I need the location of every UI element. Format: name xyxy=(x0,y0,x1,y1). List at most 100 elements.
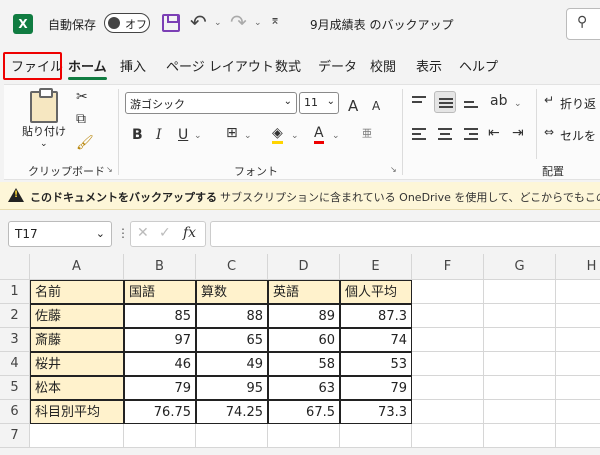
cell-f2[interactable] xyxy=(412,304,484,328)
cell-g5[interactable] xyxy=(484,376,556,400)
column-header-g[interactable]: G xyxy=(484,254,556,280)
wrap-text-icon[interactable]: ↵ xyxy=(544,93,554,107)
cell-g1[interactable] xyxy=(484,280,556,304)
cut-icon[interactable]: ✂ xyxy=(76,89,88,105)
cell-d3[interactable]: 60 xyxy=(268,328,340,352)
format-painter-icon[interactable]: 🖌 xyxy=(76,135,94,151)
cell-c2[interactable]: 88 xyxy=(196,304,268,328)
decrease-indent-icon[interactable]: ⇤ xyxy=(488,125,500,141)
fill-color-icon[interactable]: ◈ xyxy=(272,125,283,144)
cell-d5[interactable]: 63 xyxy=(268,376,340,400)
tab-insert[interactable]: 挿入 xyxy=(120,56,146,75)
cell-g4[interactable] xyxy=(484,352,556,376)
align-bottom-button[interactable] xyxy=(460,91,482,113)
formula-input[interactable] xyxy=(210,221,600,247)
cell-f4[interactable] xyxy=(412,352,484,376)
column-header-a[interactable]: A xyxy=(30,254,124,280)
cell-d2[interactable]: 89 xyxy=(268,304,340,328)
cell-e1[interactable]: 個人平均 xyxy=(340,280,412,304)
merge-cells-label[interactable]: セルを xyxy=(560,127,596,144)
cell-g3[interactable] xyxy=(484,328,556,352)
row-header-1[interactable]: 1 xyxy=(0,280,30,304)
row-header-7[interactable]: 7 xyxy=(0,424,30,448)
cell-g7[interactable] xyxy=(484,424,556,448)
cell-c6[interactable]: 74.25 xyxy=(196,400,268,424)
wrap-text-label[interactable]: 折り返 xyxy=(560,95,596,112)
cell-e3[interactable]: 74 xyxy=(340,328,412,352)
tab-home[interactable]: ホーム xyxy=(68,56,107,80)
cell-f3[interactable] xyxy=(412,328,484,352)
insert-function-button[interactable]: fx xyxy=(183,225,196,241)
cell-b6[interactable]: 76.75 xyxy=(124,400,196,424)
row-header-5[interactable]: 5 xyxy=(0,376,30,400)
cell-c3[interactable]: 65 xyxy=(196,328,268,352)
cell-a7[interactable] xyxy=(30,424,124,448)
grow-font-button[interactable]: A xyxy=(348,97,358,115)
underline-dropdown-icon[interactable]: ⌄ xyxy=(194,131,202,141)
search-box[interactable]: ⚲ xyxy=(566,8,600,40)
cell-h4[interactable] xyxy=(556,352,600,376)
cell-g2[interactable] xyxy=(484,304,556,328)
row-header-3[interactable]: 3 xyxy=(0,328,30,352)
cell-b2[interactable]: 85 xyxy=(124,304,196,328)
cell-c7[interactable] xyxy=(196,424,268,448)
cell-b1[interactable]: 国語 xyxy=(124,280,196,304)
customize-toolbar-icon[interactable]: ⌆ xyxy=(270,13,280,27)
cell-b4[interactable]: 46 xyxy=(124,352,196,376)
cell-f6[interactable] xyxy=(412,400,484,424)
merge-cells-icon[interactable]: ⇔ xyxy=(544,125,554,139)
save-icon[interactable] xyxy=(162,14,180,32)
undo-icon[interactable]: ↶ xyxy=(190,10,207,34)
cell-c1[interactable]: 算数 xyxy=(196,280,268,304)
tab-view[interactable]: 表示 xyxy=(416,56,442,75)
cell-d6[interactable]: 67.5 xyxy=(268,400,340,424)
fill-color-dropdown-icon[interactable]: ⌄ xyxy=(291,131,299,141)
cell-h3[interactable] xyxy=(556,328,600,352)
font-size-select[interactable]: 11 ⌄ xyxy=(299,92,339,114)
italic-button[interactable]: I xyxy=(156,127,162,143)
cell-e6[interactable]: 73.3 xyxy=(340,400,412,424)
cell-f7[interactable] xyxy=(412,424,484,448)
font-color-dropdown-icon[interactable]: ⌄ xyxy=(332,131,340,141)
column-header-d[interactable]: D xyxy=(268,254,340,280)
cell-e5[interactable]: 79 xyxy=(340,376,412,400)
tab-formulas[interactable]: 数式 xyxy=(275,56,301,75)
cell-h1[interactable] xyxy=(556,280,600,304)
cell-d1[interactable]: 英語 xyxy=(268,280,340,304)
align-center-button[interactable] xyxy=(434,123,456,145)
column-header-f[interactable]: F xyxy=(412,254,484,280)
underline-button[interactable]: U xyxy=(178,127,188,143)
cell-d7[interactable] xyxy=(268,424,340,448)
cell-b7[interactable] xyxy=(124,424,196,448)
cell-h5[interactable] xyxy=(556,376,600,400)
paste-button-label[interactable]: 貼り付け xyxy=(22,123,66,139)
cell-b5[interactable]: 79 xyxy=(124,376,196,400)
cell-h6[interactable] xyxy=(556,400,600,424)
bold-button[interactable]: B xyxy=(132,127,143,143)
cell-a3[interactable]: 斎藤 xyxy=(30,328,124,352)
cell-a5[interactable]: 松本 xyxy=(30,376,124,400)
tab-review[interactable]: 校閲 xyxy=(370,56,396,75)
cell-e4[interactable]: 53 xyxy=(340,352,412,376)
cell-b3[interactable]: 97 xyxy=(124,328,196,352)
column-header-b[interactable]: B xyxy=(124,254,196,280)
more-options-icon[interactable]: ⋮ xyxy=(117,226,129,240)
align-left-button[interactable] xyxy=(408,123,430,145)
tab-page-layout[interactable]: ページ レイアウト xyxy=(166,56,274,75)
font-color-button[interactable]: A xyxy=(314,125,324,144)
column-header-e[interactable]: E xyxy=(340,254,412,280)
cell-a4[interactable]: 桜井 xyxy=(30,352,124,376)
cell-g6[interactable] xyxy=(484,400,556,424)
select-all-corner[interactable] xyxy=(0,254,30,280)
increase-indent-icon[interactable]: ⇥ xyxy=(512,125,524,141)
tab-data[interactable]: データ xyxy=(318,56,357,75)
autosave-toggle[interactable]: オフ xyxy=(104,13,150,33)
orientation-icon[interactable]: ab xyxy=(490,93,507,109)
cell-h7[interactable] xyxy=(556,424,600,448)
paste-icon[interactable] xyxy=(30,88,58,123)
name-box[interactable]: T17 ⌄ xyxy=(8,221,112,247)
font-launcher-icon[interactable]: ↘ xyxy=(390,165,397,174)
copy-icon[interactable]: ⧉ xyxy=(76,111,86,127)
shrink-font-button[interactable]: A xyxy=(372,99,380,113)
cell-d4[interactable]: 58 xyxy=(268,352,340,376)
